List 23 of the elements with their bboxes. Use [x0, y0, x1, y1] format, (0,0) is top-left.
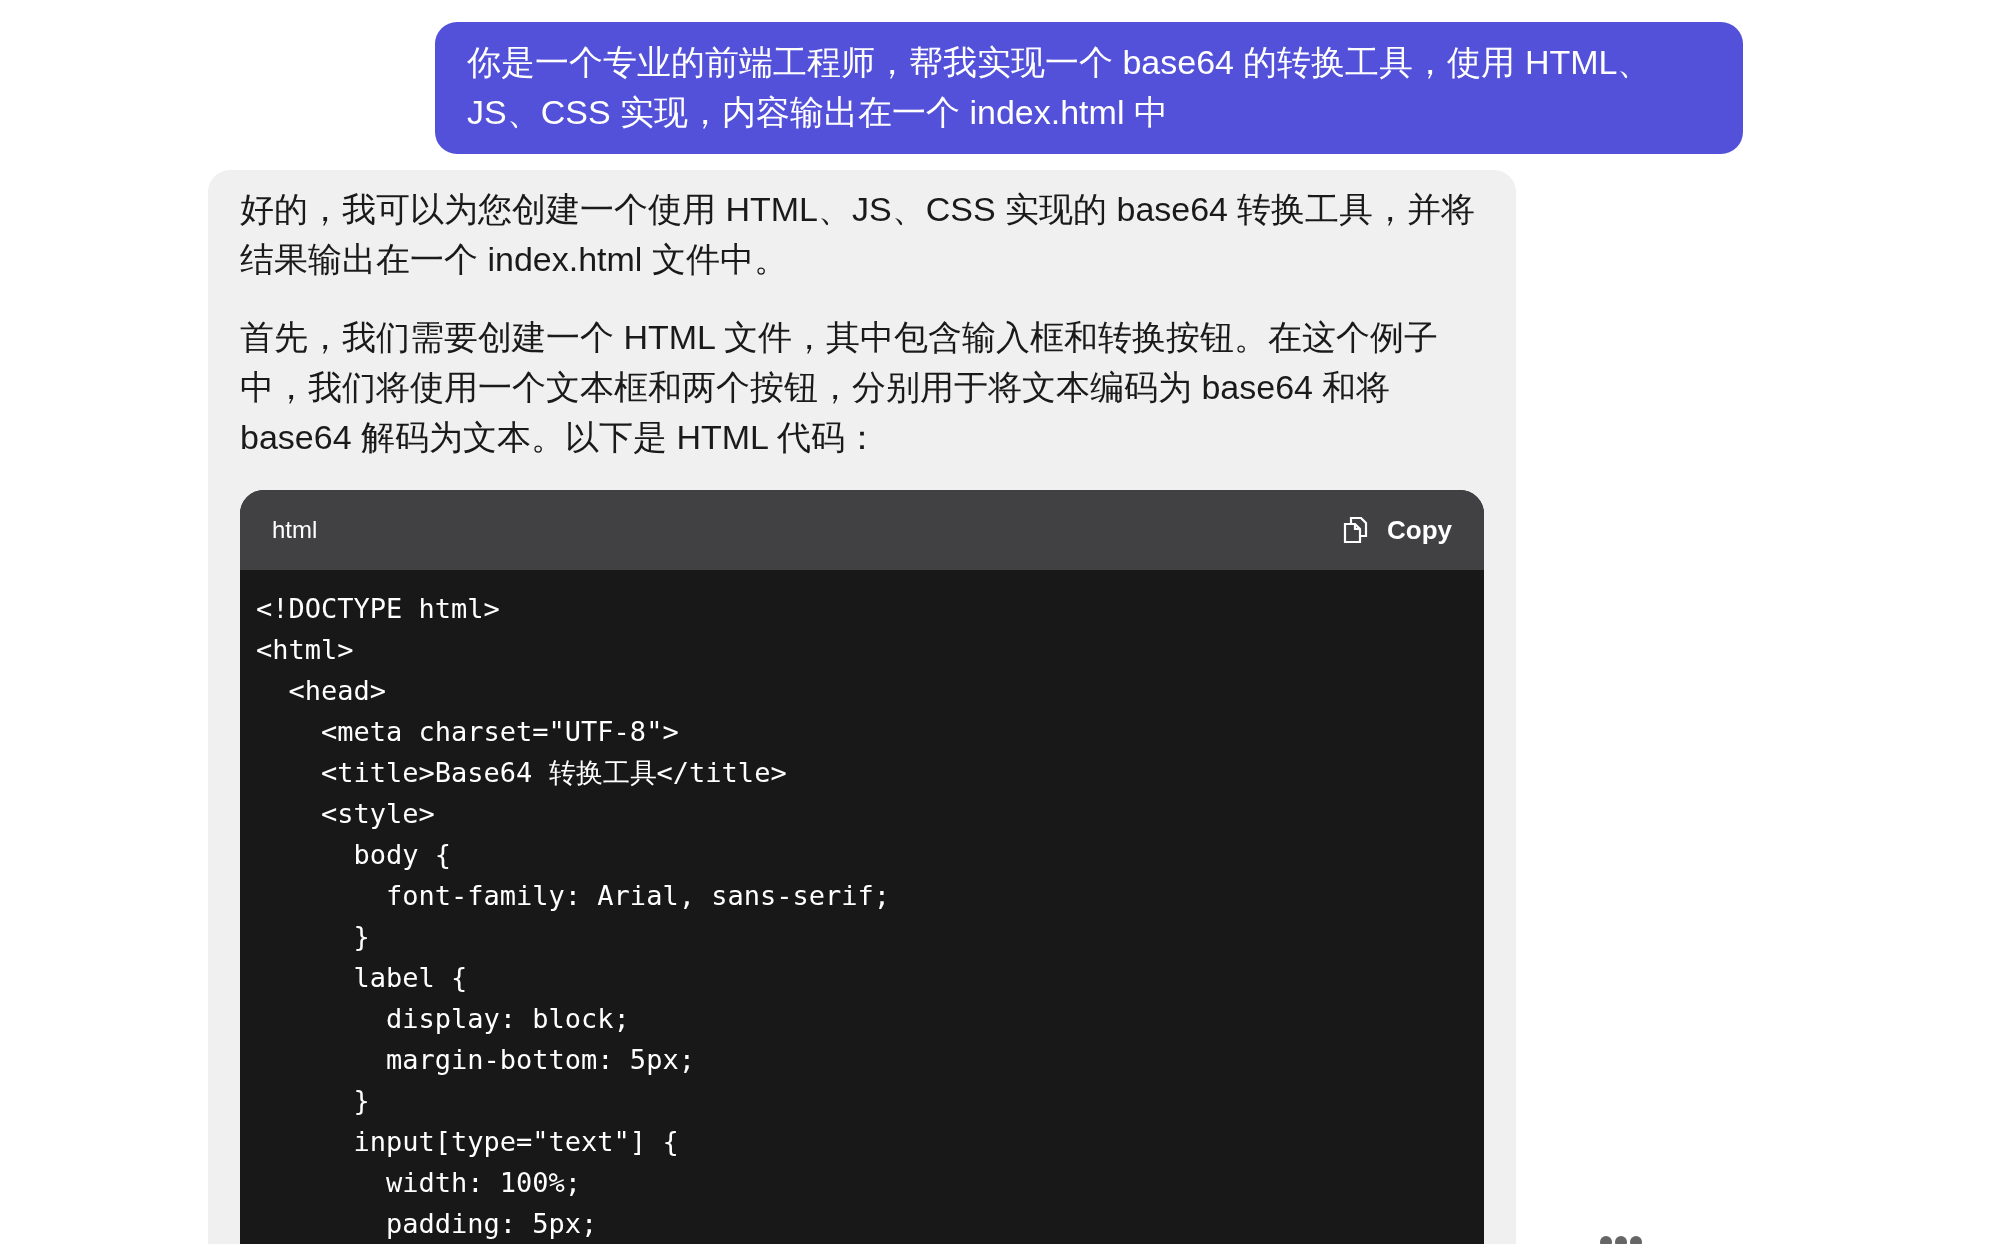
code-line: width: 100%; [385, 1166, 583, 1200]
message-paragraph: 好的，我可以为您创建一个使用 HTML、JS、CSS 实现的 base64 转换工具，并将结果输出在一个 index.html 文件中。 [240, 189, 1477, 280]
code-line: padding: 5px; [385, 1207, 599, 1241]
code-line: <style> [320, 797, 436, 831]
code-line: <!DOCTYPE html> [256, 592, 501, 626]
code-line: } [352, 920, 371, 954]
code-line: display: block; [385, 1002, 631, 1036]
code-line: input[type="text"] { [352, 1125, 680, 1159]
code-line: } [352, 1084, 371, 1118]
more-icon [1600, 1234, 1642, 1244]
copy-button[interactable]: Copy [1343, 514, 1452, 546]
code-line: body { [352, 838, 453, 872]
code-line: <meta charset="UTF-8"> [320, 715, 680, 749]
code-line: label { [352, 961, 469, 995]
code-line: <title>Base64 转换工具</title> [320, 756, 788, 790]
code-line: font-family: Arial, sans-serif; [385, 879, 891, 913]
message-paragraph: 首先，我们需要创建一个 HTML 文件，其中包含输入框和转换按钮。在这个例子中，我们将使用一个文本框和两个按钮，分别用于将文本编码为 base64 和将 base64 解码为文本。以下是 HTML 代码： [240, 317, 1440, 458]
code-line: margin-bottom: 5px; [385, 1043, 696, 1077]
code-line: <html> [256, 633, 355, 667]
code-line: <head> [287, 674, 388, 708]
copy-icon [1343, 516, 1369, 544]
user-message: 你是一个专业的前端工程师，帮我实现一个 base64 的转换工具，使用 HTML、JS、CSS 实现，内容输出在一个 index.html 中 [435, 22, 1743, 154]
code-language: html [272, 516, 318, 544]
